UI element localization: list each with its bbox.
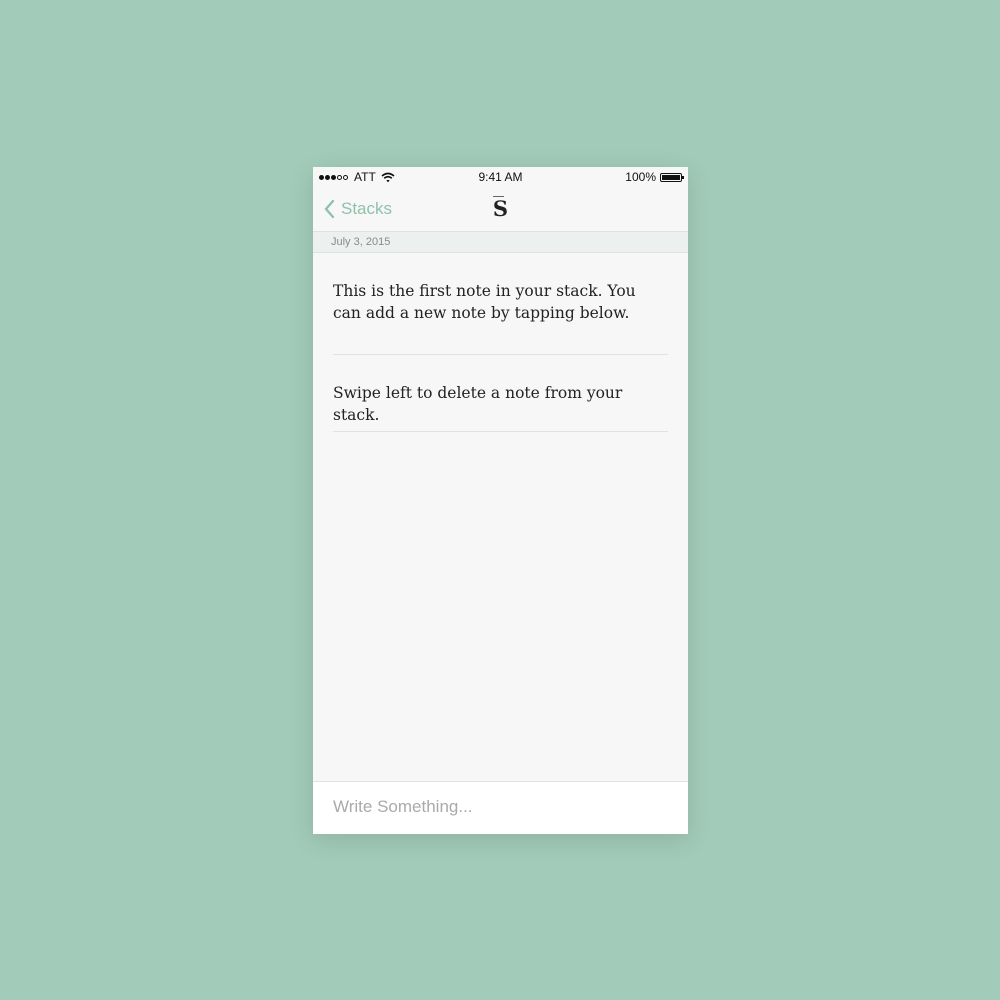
navigation-bar: Stacks S	[313, 187, 688, 231]
note-item[interactable]: Swipe left to delete a note from your st…	[333, 355, 668, 432]
note-text: This is the first note in your stack. Yo…	[333, 282, 636, 322]
write-something-input[interactable]	[331, 792, 675, 822]
date-section-header: July 3, 2015	[313, 231, 688, 253]
notes-list: This is the first note in your stack. Yo…	[333, 253, 668, 432]
battery-fill	[662, 174, 680, 180]
status-right: 100%	[625, 170, 684, 184]
phone-screen: ATT 9:41 AM 100% Stacks S July 3, 2015 T…	[313, 167, 688, 834]
status-bar: ATT 9:41 AM 100%	[313, 167, 688, 187]
compose-bar	[313, 781, 688, 834]
date-label: July 3, 2015	[331, 236, 391, 248]
note-text: Swipe left to delete a note from your st…	[333, 384, 623, 424]
note-item[interactable]: This is the first note in your stack. Yo…	[333, 253, 668, 355]
battery-icon	[660, 172, 684, 182]
battery-percentage: 100%	[625, 170, 656, 184]
battery-tip	[682, 175, 684, 179]
app-logo: S	[492, 196, 509, 221]
